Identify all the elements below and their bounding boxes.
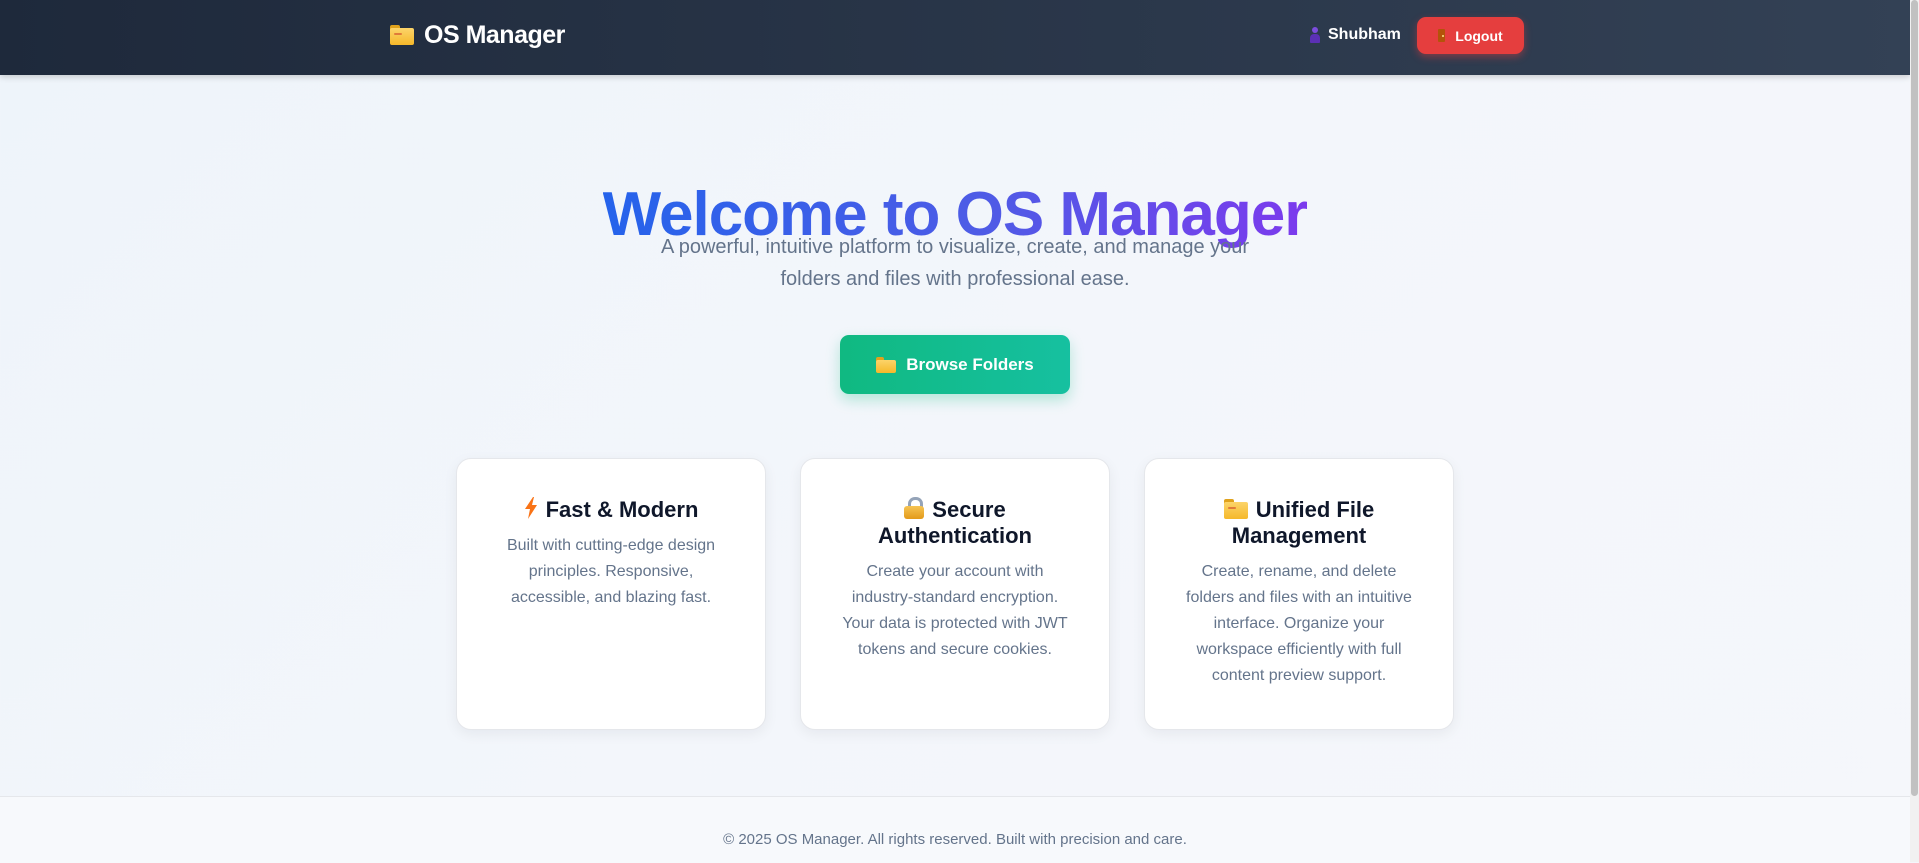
feature-card-description: Create your account with industry-standa…: [842, 563, 1068, 658]
brand-name: OS Manager: [424, 20, 565, 49]
hero-subtitle: A powerful, intuitive platform to visual…: [660, 236, 1250, 290]
feature-card-title: Unified File Management: [1181, 497, 1417, 549]
logout-label: Logout: [1455, 27, 1503, 44]
feature-card-secure: Secure Authentication Create your accoun…: [800, 458, 1110, 730]
user-profile: Shubham: [1310, 24, 1401, 46]
feature-card-description: Built with cutting-edge design principle…: [506, 537, 716, 606]
feature-card-fast: Fast & Modern Built with cutting-edge de…: [456, 458, 766, 730]
scrollbar-thumb[interactable]: [1911, 0, 1918, 796]
logout-button[interactable]: Logout: [1417, 17, 1524, 54]
browse-folders-label: Browse Folders: [906, 354, 1034, 374]
brand-logo[interactable]: OS Manager: [390, 19, 565, 51]
lock-icon: [904, 497, 925, 519]
folder-icon: [1223, 499, 1248, 519]
feature-card-title: Secure Authentication: [878, 497, 1032, 548]
feature-card-description: Create, rename, and delete folders and f…: [1186, 563, 1412, 684]
feature-card-files: Unified File Management Create, rename, …: [1144, 458, 1454, 730]
door-icon: [1438, 29, 1446, 42]
folder-icon: [390, 25, 414, 45]
browse-folders-button[interactable]: Browse Folders: [840, 335, 1070, 394]
footer: © 2025 OS Manager. All rights reserved. …: [0, 796, 1910, 863]
lightning-icon: [524, 497, 537, 519]
navbar: OS Manager Shubham Logout: [0, 0, 1910, 75]
footer-copyright: © 2025 OS Manager. All rights reserved. …: [723, 831, 1187, 848]
feature-card-title: Fast & Modern: [493, 497, 729, 523]
user-icon: [1310, 27, 1320, 43]
folder-icon: [876, 356, 897, 373]
username-label: Shubham: [1328, 26, 1401, 43]
